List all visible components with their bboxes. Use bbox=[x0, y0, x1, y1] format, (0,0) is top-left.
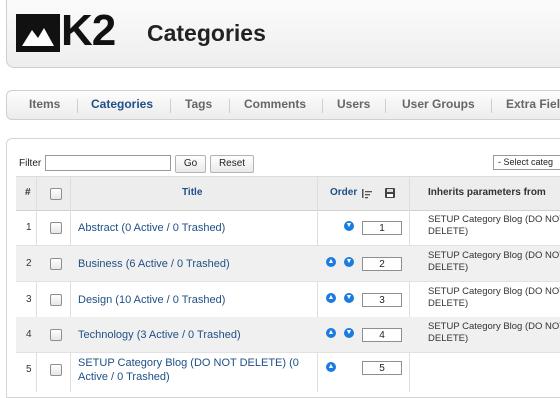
tab-separator bbox=[77, 99, 78, 113]
row-number: 1 bbox=[26, 222, 32, 233]
move-down-icon[interactable]: ▼ bbox=[344, 257, 354, 267]
row-number: 5 bbox=[26, 364, 32, 375]
category-title-link[interactable]: SETUP Category Blog (DO NOT DELETE) (0 A… bbox=[78, 356, 318, 384]
category-title-link[interactable]: Business (6 Active / 0 Trashed) bbox=[78, 257, 318, 271]
k2-logo-text: K2 bbox=[61, 6, 116, 55]
move-down-icon[interactable]: ▼ bbox=[344, 221, 354, 231]
table-row: 5 SETUP Category Blog (DO NOT DELETE) (0… bbox=[16, 352, 560, 392]
category-title-link[interactable]: Technology (3 Active / 0 Trashed) bbox=[78, 328, 318, 342]
select-all-checkbox[interactable] bbox=[50, 188, 62, 200]
move-up-icon[interactable]: ▲ bbox=[326, 257, 336, 267]
category-select[interactable]: - Select categ bbox=[493, 155, 560, 170]
table-header: # Title Order Inherits parameters from bbox=[16, 176, 560, 211]
order-input[interactable]: 2 bbox=[362, 257, 402, 271]
order-input[interactable]: 4 bbox=[362, 328, 402, 342]
row-checkbox[interactable] bbox=[50, 364, 62, 376]
table-row: 1 Abstract (0 Active / 0 Trashed) ▼ 1 SE… bbox=[16, 210, 560, 246]
k2-logo[interactable]: K2 bbox=[16, 6, 116, 56]
move-up-icon[interactable]: ▲ bbox=[326, 293, 336, 303]
subnav-bar: Items Categories Tags Comments Users Use… bbox=[6, 90, 560, 120]
row-checkbox[interactable] bbox=[50, 258, 62, 270]
tab-categories[interactable]: Categories bbox=[91, 97, 153, 111]
header-bar: K2 Categories bbox=[6, 0, 560, 68]
tab-separator bbox=[491, 99, 492, 113]
inherits-value: SETUP Category Blog (DO NOT DELETE) bbox=[428, 214, 560, 237]
tab-items[interactable]: Items bbox=[29, 97, 60, 111]
tab-tags[interactable]: Tags bbox=[185, 97, 212, 111]
row-checkbox[interactable] bbox=[50, 294, 62, 306]
reset-button[interactable]: Reset bbox=[210, 155, 254, 173]
row-checkbox[interactable] bbox=[50, 329, 62, 341]
save-order-icon[interactable] bbox=[384, 186, 396, 198]
category-title-link[interactable]: Design (10 Active / 0 Trashed) bbox=[78, 293, 318, 307]
order-input[interactable]: 1 bbox=[362, 221, 402, 235]
tab-extra-fields[interactable]: Extra Fiel bbox=[506, 97, 560, 111]
header-inherits: Inherits parameters from bbox=[428, 187, 546, 198]
header-num: # bbox=[25, 187, 31, 198]
row-number: 4 bbox=[26, 329, 32, 340]
move-down-icon[interactable]: ▼ bbox=[344, 293, 354, 303]
category-title-link[interactable]: Abstract (0 Active / 0 Trashed) bbox=[78, 221, 318, 235]
inherits-value: SETUP Category Blog (DO NOT DELETE) bbox=[428, 250, 560, 273]
inherits-value: SETUP Category Blog (DO NOT DELETE) bbox=[428, 286, 560, 309]
header-title[interactable]: Title bbox=[182, 187, 202, 198]
tab-separator bbox=[229, 99, 230, 113]
tab-separator bbox=[385, 99, 386, 113]
k2-logo-icon bbox=[16, 14, 60, 52]
row-checkbox[interactable] bbox=[50, 222, 62, 234]
page-title: Categories bbox=[147, 20, 266, 46]
tab-separator bbox=[170, 99, 171, 113]
table-row: 3 Design (10 Active / 0 Trashed) ▲ ▼ 3 S… bbox=[16, 282, 560, 318]
move-up-icon[interactable]: ▲ bbox=[326, 362, 336, 372]
inherits-value: SETUP Category Blog (DO NOT DELETE) bbox=[428, 321, 560, 344]
tab-users[interactable]: Users bbox=[337, 97, 370, 111]
table-row: 2 Business (6 Active / 0 Trashed) ▲ ▼ 2 … bbox=[16, 246, 560, 282]
filter-input[interactable] bbox=[45, 155, 171, 171]
filter-label: Filter bbox=[19, 158, 42, 169]
sort-order-icon[interactable] bbox=[361, 187, 373, 199]
order-input[interactable]: 5 bbox=[362, 361, 402, 375]
tab-comments[interactable]: Comments bbox=[244, 97, 306, 111]
row-number: 3 bbox=[26, 294, 32, 305]
header-order[interactable]: Order bbox=[330, 187, 357, 198]
table-row: 4 Technology (3 Active / 0 Trashed) ▲ ▼ … bbox=[16, 317, 560, 353]
row-number: 2 bbox=[26, 258, 32, 269]
move-down-icon[interactable]: ▼ bbox=[344, 328, 354, 338]
tab-user-groups[interactable]: User Groups bbox=[402, 97, 475, 111]
move-up-icon[interactable]: ▲ bbox=[326, 328, 336, 338]
go-button[interactable]: Go bbox=[175, 155, 206, 173]
order-input[interactable]: 3 bbox=[362, 293, 402, 307]
tab-separator bbox=[322, 99, 323, 113]
